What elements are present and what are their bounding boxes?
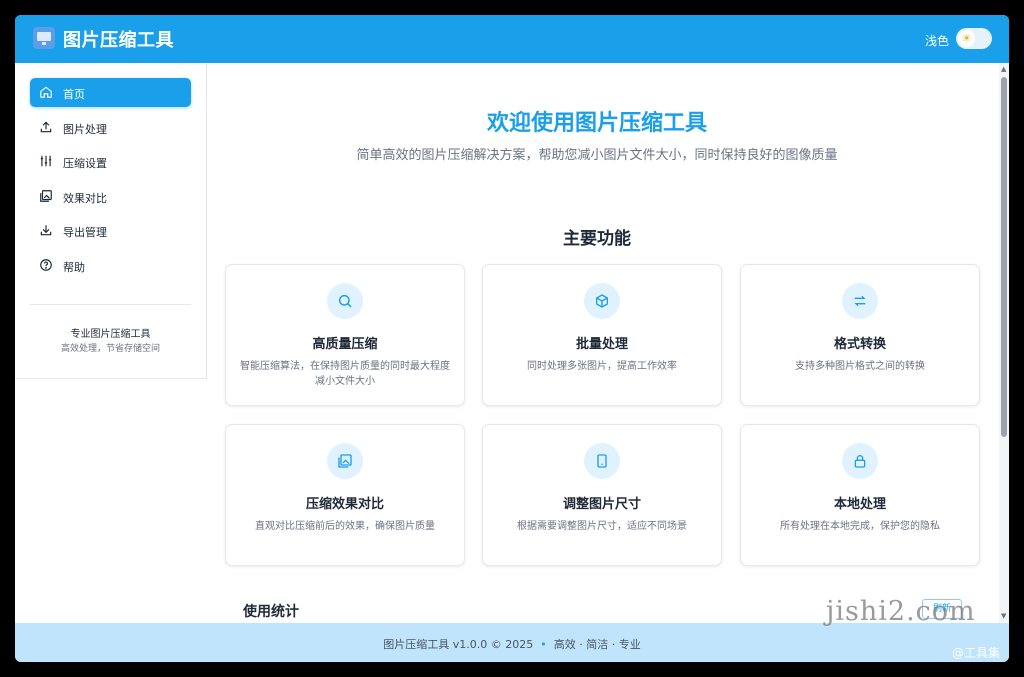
features-title: 主要功能 <box>563 229 631 249</box>
feature-card: 调整图片尺寸 根据需要调整图片尺寸，适应不同场景 <box>482 424 722 566</box>
home-icon <box>40 86 52 98</box>
feature-card: 批量处理 同时处理多张图片，提高工作效率 <box>482 264 722 406</box>
sidebar: 首页 图片处理 压缩设置 效果对比 导出管理 帮助 专业图片压缩工具 高效处理，… <box>15 63 207 379</box>
sidebar-item-label: 压缩设置 <box>63 157 107 170</box>
scroll-down-icon[interactable]: ▼ <box>1001 612 1006 620</box>
vertical-scrollbar[interactable]: ▲ ▼ <box>999 63 1009 623</box>
theme-label: 浅色 <box>924 34 949 48</box>
tablet-icon <box>597 454 607 468</box>
sidebar-item-label: 图片处理 <box>63 123 107 136</box>
search-icon <box>338 294 352 308</box>
footer-separator: • <box>540 638 547 651</box>
upload-icon <box>40 121 52 133</box>
sidebar-footer-title: 专业图片压缩工具 <box>70 329 151 340</box>
feature-title: 批量处理 <box>575 337 628 352</box>
scrollbar-thumb[interactable] <box>1001 77 1007 437</box>
help-icon <box>40 259 52 271</box>
feature-title: 调整图片尺寸 <box>562 497 641 512</box>
hero-subtitle: 简单高效的图片压缩解决方案，帮助您减小图片文件大小，同时保持良好的图像质量 <box>356 148 838 163</box>
sidebar-item-export[interactable]: 导出管理 <box>30 216 191 245</box>
feature-desc: 直观对比压缩前后的效果，确保图片质量 <box>255 521 435 532</box>
app-header: 图片压缩工具 浅色 ☀ <box>15 15 1009 63</box>
feature-desc: 支持多种图片格式之间的转换 <box>795 361 925 372</box>
feature-card: 高质量压缩 智能压缩算法，在保持图片质量的同时最大程度减小文件大小 <box>225 264 465 406</box>
download-icon <box>40 225 52 236</box>
sidebar-item-label: 导出管理 <box>63 226 107 239</box>
footer-tagline: 高效 · 简洁 · 专业 <box>553 638 641 651</box>
box-icon <box>596 294 608 308</box>
main-content: 欢迎使用图片压缩工具 简单高效的图片压缩解决方案，帮助您减小图片文件大小，同时保… <box>207 63 999 623</box>
sidebar-item-compress-settings[interactable]: 压缩设置 <box>30 147 191 176</box>
feature-desc: 智能压缩算法，在保持图片质量的同时最大程度减小文件大小 <box>240 361 450 387</box>
app-logo-icon <box>33 27 55 49</box>
image-compare-icon <box>338 454 352 468</box>
footer-text: 图片压缩工具 v1.0.0 © 2025 • 高效 · 简洁 · 专业 <box>15 636 1009 652</box>
feature-desc: 根据需要调整图片尺寸，适应不同场景 <box>517 521 687 532</box>
feature-desc: 所有处理在本地完成，保护您的隐私 <box>780 521 940 532</box>
app-window: 图片压缩工具 浅色 ☀ 首页 图片处理 压缩设置 效果对比 导出管理 帮助 专业… <box>15 15 1009 662</box>
footer-version: 图片压缩工具 v1.0.0 © 2025 <box>383 638 534 651</box>
sidebar-item-label: 帮助 <box>63 261 85 274</box>
feature-card: 压缩效果对比 直观对比压缩前后的效果，确保图片质量 <box>225 424 465 566</box>
feature-title: 格式转换 <box>833 337 886 352</box>
sidebar-item-compare[interactable]: 效果对比 <box>30 182 191 211</box>
watermark-site: jishi2.com <box>826 596 976 627</box>
scroll-up-icon[interactable]: ▲ <box>1001 65 1006 73</box>
images-icon <box>40 190 52 202</box>
stats-title: 使用统计 <box>243 604 299 620</box>
sliders-icon <box>40 155 52 167</box>
sidebar-item-home[interactable]: 首页 <box>30 78 191 107</box>
app-title: 图片压缩工具 <box>63 30 174 51</box>
hero-title: 欢迎使用图片压缩工具 <box>486 111 707 136</box>
sidebar-item-help[interactable]: 帮助 <box>30 251 191 280</box>
sun-icon: ☀ <box>958 30 975 47</box>
feature-title: 压缩效果对比 <box>305 497 384 512</box>
lock-icon <box>854 455 866 468</box>
sidebar-divider <box>30 304 191 305</box>
feature-desc: 同时处理多张图片，提高工作效率 <box>527 361 677 372</box>
sidebar-item-label: 首页 <box>63 88 85 101</box>
sidebar-item-image-processing[interactable]: 图片处理 <box>30 113 191 142</box>
sidebar-footer-subtitle: 高效处理，节省存储空间 <box>60 344 160 354</box>
feature-title: 高质量压缩 <box>312 337 378 352</box>
feature-card: 格式转换 支持多种图片格式之间的转换 <box>740 264 980 406</box>
watermark-tag: @工具集 <box>952 646 1001 660</box>
theme-toggle[interactable]: ☀ <box>956 28 992 49</box>
sidebar-item-label: 效果对比 <box>63 192 107 205</box>
feature-title: 本地处理 <box>833 497 886 512</box>
app-footer: 图片压缩工具 v1.0.0 © 2025 • 高效 · 简洁 · 专业 <box>15 623 1009 662</box>
convert-icon <box>854 295 866 307</box>
feature-card: 本地处理 所有处理在本地完成，保护您的隐私 <box>740 424 980 566</box>
